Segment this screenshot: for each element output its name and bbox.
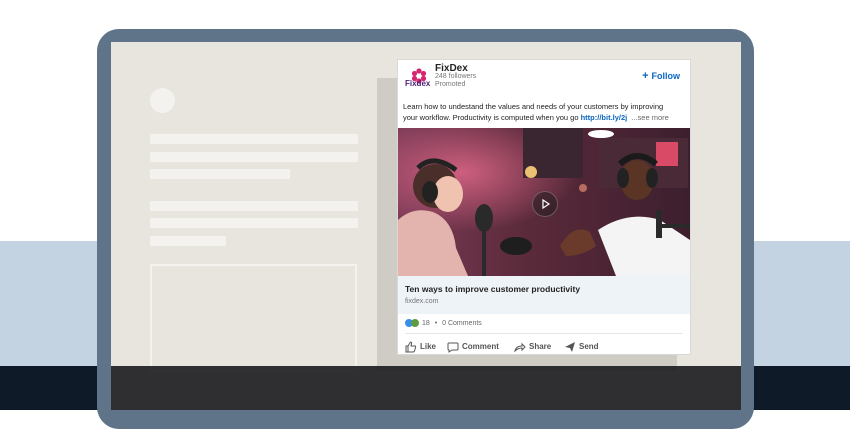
send-icon (565, 342, 575, 352)
send-button[interactable]: Send (564, 341, 599, 353)
sponsored-post-card: Fixdex FixDex 248 followers Promoted + Fo… (397, 59, 691, 355)
play-icon[interactable] (532, 191, 558, 217)
skeleton-line (150, 152, 358, 162)
like-label: Like (420, 342, 437, 352)
promoted-label: Promoted (435, 81, 466, 88)
share-button[interactable]: Share (514, 341, 551, 353)
post-body-line: your workflow. Productivity is computed … (403, 113, 579, 122)
logo-wordmark: Fixdex (405, 79, 431, 88)
comment-count[interactable]: 0 Comments (442, 320, 482, 327)
video-thumbnail[interactable] (398, 128, 690, 276)
skeleton-box (150, 264, 357, 372)
follow-button[interactable]: + Follow (642, 70, 680, 82)
share-icon (514, 342, 526, 353)
screen-bottom-overlay (111, 366, 741, 410)
see-more-link[interactable]: ...see more (631, 113, 669, 122)
celebrate-reaction-icon (411, 319, 419, 327)
article-domain: fixdex.com (405, 298, 439, 305)
send-label: Send (579, 342, 599, 352)
link-preview[interactable]: Ten ways to improve customer productivit… (398, 276, 690, 314)
thumbs-up-icon (405, 341, 417, 353)
plus-icon: + (642, 70, 649, 82)
skeleton-line (150, 218, 358, 228)
skeleton-line (150, 169, 290, 179)
post-link[interactable]: http://bit.ly/2j (581, 113, 628, 122)
comment-label: Comment (462, 342, 499, 352)
follower-count: 248 followers (435, 73, 477, 80)
article-headline[interactable]: Ten ways to improve customer productivit… (405, 284, 580, 294)
share-label: Share (529, 342, 552, 352)
separator-dot: • (434, 319, 438, 327)
comment-button[interactable]: Comment (447, 341, 499, 353)
post-body: Learn how to undestand the values and ne… (403, 101, 688, 123)
overlay-shape (588, 130, 614, 138)
skeleton-line (150, 236, 226, 246)
skeleton-avatar (150, 88, 175, 113)
follow-label: Follow (651, 71, 681, 81)
skeleton-line (150, 134, 358, 144)
skeleton-line (150, 201, 358, 211)
comment-icon (447, 342, 459, 353)
post-body-line: Learn how to undestand the values and ne… (403, 102, 664, 111)
divider (405, 333, 683, 334)
reaction-count: 18 (421, 319, 430, 327)
like-button[interactable]: Like (405, 341, 436, 353)
reactions-bar[interactable]: 18 • 0 Comments (405, 319, 482, 329)
